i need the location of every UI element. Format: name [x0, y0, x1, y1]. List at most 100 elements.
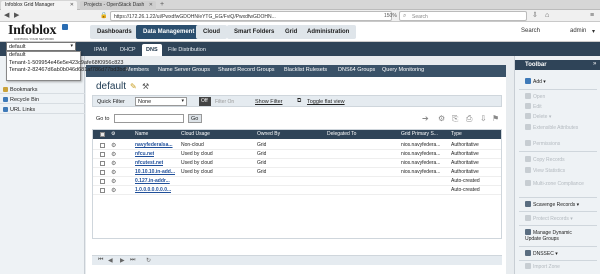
tab-cloud[interactable]: Cloud [196, 25, 227, 39]
zone-name-link[interactable]: navyfederalsa... [135, 142, 173, 148]
col-name[interactable]: Name [135, 131, 148, 137]
next-page-icon[interactable]: ▶ [120, 257, 125, 264]
open-button[interactable]: Open [525, 93, 545, 100]
permissions-button[interactable]: Permissions [525, 140, 560, 147]
settings-icon[interactable]: ⚙ [438, 114, 445, 123]
export-icon[interactable]: ⇩ [480, 114, 487, 123]
chevron-down-icon[interactable]: ▾ [592, 28, 595, 35]
table-row[interactable]: ⚙ nfcutest.net Used by cloud Grid nios.n… [93, 159, 501, 168]
manage-dynamic-update-groups-button[interactable]: Manage Dynamic Update Groups [525, 229, 589, 242]
filter-off-toggle[interactable]: Off [199, 97, 211, 106]
tab-dns[interactable]: DNS [142, 44, 162, 56]
zone-name-link[interactable]: 1.0.0.0.0.0.0.0... [135, 187, 171, 193]
tab-data-management[interactable]: Data Management [136, 25, 202, 39]
prev-page-icon[interactable]: ◀ [108, 257, 113, 264]
finder-bookmarks[interactable]: Bookmarks [0, 86, 85, 94]
tab-smart-folders[interactable]: Smart Folders [227, 25, 282, 39]
tab-name-server-groups[interactable]: Name Server Groups [158, 67, 210, 73]
edit-icon[interactable]: ✎ [130, 82, 137, 91]
gear-icon[interactable]: ⚙ [111, 178, 116, 185]
select-all-checkbox[interactable] [100, 132, 105, 137]
col-delegated-to[interactable]: Delegated To [327, 131, 356, 137]
quick-filter-select[interactable]: None ▾ [135, 97, 187, 106]
close-icon[interactable]: ✕ [70, 2, 74, 8]
extensible-attributes-button[interactable]: Extensible Attributes [525, 124, 585, 131]
dns-view-select[interactable]: default ▾ [6, 42, 76, 51]
user-menu[interactable]: admin [570, 28, 586, 34]
home-icon[interactable]: ⌂ [545, 12, 549, 20]
import-zone-button[interactable]: Import Zone [525, 263, 560, 270]
first-page-icon[interactable]: ⏮ [98, 257, 103, 264]
table-row[interactable]: ⚙ 10.10.10.in-add... Used by cloud Grid … [93, 168, 501, 177]
table-row[interactable]: ⚙ nfcu.net Used by cloud Grid nios.navyf… [93, 150, 501, 159]
forward-icon[interactable]: ▶ [14, 12, 19, 20]
dns-view-option[interactable]: default [7, 52, 80, 60]
filter-on-toggle[interactable]: Filter On [215, 99, 234, 105]
arrow-icon[interactable]: ➔ [422, 114, 429, 123]
url-bar[interactable]: https://172.26.1.22/ui/PwxdfwGDOHN/eYTG_… [110, 11, 392, 21]
dns-view-option[interactable]: Tenant-2-82467d6ab0b046d681af786d77bd3bd… [7, 67, 129, 75]
gear-icon[interactable]: ⚙ [111, 160, 116, 167]
download-icon[interactable]: ⇩ [532, 12, 538, 20]
menu-icon[interactable]: ≡ [590, 12, 594, 20]
go-to-input[interactable] [114, 114, 184, 123]
add-button[interactable]: Add ▾ [525, 78, 546, 85]
tab-shared-record-groups[interactable]: Shared Record Groups [218, 67, 275, 73]
col-cloud-usage[interactable]: Cloud Usage [181, 131, 210, 137]
browser-tab-openstack[interactable]: Projects - OpenStack Dash ✕ [80, 1, 156, 10]
row-checkbox[interactable] [100, 170, 105, 175]
row-checkbox[interactable] [100, 179, 105, 184]
collapse-icon[interactable]: » [593, 61, 596, 67]
last-page-icon[interactable]: ⏭ [130, 257, 135, 264]
zone-name-link[interactable]: nfcutest.net [135, 160, 163, 166]
zone-name-link[interactable]: 10.10.10.in-add... [135, 169, 175, 175]
multi-zone-compliance-button[interactable]: Multi-zone Compliance [525, 180, 585, 187]
new-tab-icon[interactable]: + [160, 1, 164, 8]
tab-file-distribution[interactable]: File Distribution [164, 44, 210, 56]
tab-ipam[interactable]: IPAM [90, 44, 111, 56]
gear-icon[interactable]: ⚙ [111, 142, 116, 149]
tab-administration[interactable]: Administration [300, 25, 357, 39]
gear-icon[interactable]: ⚙ [111, 131, 115, 137]
dnssec-button[interactable]: DNSSEC ▾ [525, 250, 558, 257]
scavenge-records-button[interactable]: Scavenge Records ▾ [525, 201, 579, 208]
row-checkbox[interactable] [100, 188, 105, 193]
tab-members[interactable]: Members [126, 67, 149, 73]
go-button[interactable]: Go [188, 114, 202, 123]
table-row[interactable]: ⚙ 0.127.in-addr... Auto-created [93, 177, 501, 186]
row-checkbox[interactable] [100, 161, 105, 166]
gear-icon[interactable]: ⚙ [111, 151, 116, 158]
print-icon[interactable]: ⎙ [466, 114, 472, 124]
protect-records-button[interactable]: Protect Records ▾ [525, 215, 573, 222]
tab-dns64-groups[interactable]: DNS64 Groups [338, 67, 375, 73]
gear-icon[interactable]: ⚙ [111, 169, 116, 176]
tab-blacklist-rulesets[interactable]: Blacklist Rulesets [284, 67, 327, 73]
back-icon[interactable]: ◀ [4, 12, 9, 20]
toggle-flat-view-link[interactable]: Toggle flat view [307, 99, 345, 105]
zone-name-link[interactable]: 0.127.in-addr... [135, 178, 170, 184]
tab-dashboards[interactable]: Dashboards [90, 25, 139, 39]
delete-button[interactable]: Delete ▾ [525, 113, 551, 120]
table-row[interactable]: ⚙ 1.0.0.0.0.0.0.0... Auto-created [93, 186, 501, 195]
zone-name-link[interactable]: nfcu.net [135, 151, 154, 157]
row-checkbox[interactable] [100, 143, 105, 148]
finder-url-links[interactable]: URL Links [0, 106, 85, 114]
edit-button[interactable]: Edit [525, 103, 542, 110]
close-icon[interactable]: ✕ [149, 2, 153, 8]
header-search-link[interactable]: Search [521, 28, 540, 34]
show-filter-link[interactable]: Show Filter [255, 99, 283, 105]
browser-tab-infoblox[interactable]: Infoblox Grid Manager ✕ [1, 1, 77, 10]
copy-records-button[interactable]: Copy Records [525, 156, 565, 163]
gear-icon[interactable]: ⚙ [111, 187, 116, 194]
copy-icon[interactable]: ⎘ [452, 114, 458, 124]
view-statistics-button[interactable]: View Statistics [525, 167, 565, 174]
tab-query-monitoring[interactable]: Query Monitoring [382, 67, 424, 73]
wrench-icon[interactable]: ⚒ [142, 82, 149, 91]
col-owned-by[interactable]: Owned By [257, 131, 280, 137]
finder-recycle-bin[interactable]: Recycle Bin [0, 96, 85, 104]
col-grid-primary[interactable]: Grid Primary S... [401, 131, 438, 137]
col-type[interactable]: Type [451, 131, 462, 137]
bookmark-icon[interactable]: ⚑ [492, 114, 499, 123]
table-row[interactable]: ⚙ navyfederalsa... Non-cloud Grid nios.n… [93, 141, 501, 150]
dns-view-option[interactable]: Tenant-1-509954e46e5e423c9afe68f0956c823 [7, 60, 123, 68]
